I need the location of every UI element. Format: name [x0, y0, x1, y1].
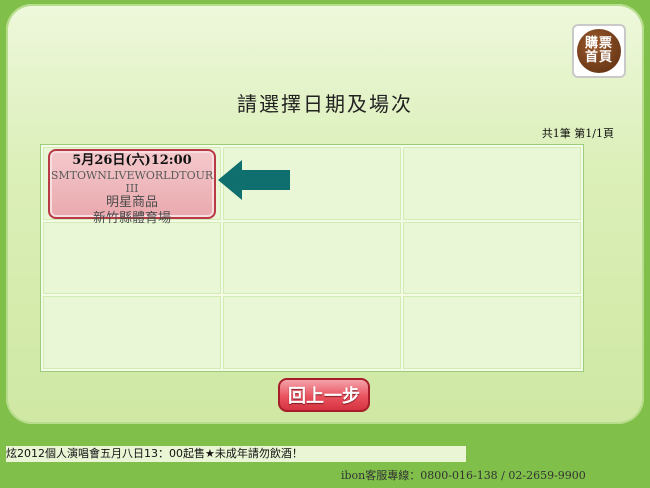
customer-service-hotline: ibon客服專線：0800-016-138 / 02-2659-9900 — [341, 469, 586, 482]
ticket-home-button[interactable]: 購票首頁 — [572, 24, 626, 78]
back-button[interactable]: 回上一步 — [278, 378, 370, 412]
news-ticker: 炫2012個人演唱會五月八日13：00起售★未成年請勿飲酒！ — [6, 446, 466, 462]
event-name: SMTOWNLIVEWORLDTOUR III — [50, 169, 214, 195]
back-button-label: 回上一步 — [288, 386, 360, 407]
grid-cell — [43, 221, 221, 295]
event-venue: 新竹縣體育場 — [92, 211, 171, 226]
pointer-arrow-icon — [218, 160, 290, 200]
event-category: 明星商品 — [105, 195, 158, 210]
page-indicator: 共1筆 第1/1頁 — [541, 127, 614, 140]
event-session-card[interactable]: 5月26日(六)12:00 SMTOWNLIVEWORLDTOUR III 明星… — [48, 149, 216, 226]
grid-cell — [403, 221, 581, 295]
home-button-label: 購票首頁 — [584, 36, 613, 65]
event-date-time: 5月26日(六)12:00 — [72, 153, 192, 168]
grid-cell — [403, 147, 581, 220]
grid-cell — [403, 296, 581, 369]
grid-cell — [223, 296, 401, 369]
grid-cell — [43, 296, 221, 369]
page-title: 請選擇日期及場次 — [237, 92, 413, 116]
grid-cell — [223, 221, 401, 295]
home-icon: 購票首頁 — [577, 29, 621, 73]
